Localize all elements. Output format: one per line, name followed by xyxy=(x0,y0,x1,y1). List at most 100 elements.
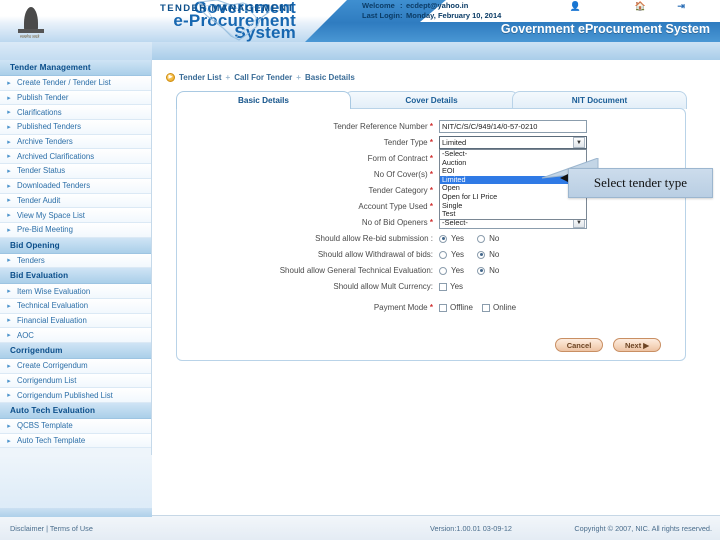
field-row-form-of-contract: Form of Contract * -Select- ▼ xyxy=(177,151,685,166)
required-marker-tender-category: * xyxy=(429,186,433,195)
dropdown-option[interactable]: Single xyxy=(440,201,586,211)
sidebar-item[interactable]: ▸ Tender Audit xyxy=(0,193,151,209)
sidebar-item-label: Publish Tender xyxy=(17,93,69,103)
sidebar-item[interactable]: ▸ Create Corrigendum xyxy=(0,359,151,374)
sidebar-item-label: Create Corrigendum xyxy=(17,361,88,371)
tab-cover-details[interactable]: Cover Details xyxy=(344,91,519,109)
footer-separator: | xyxy=(46,524,48,533)
sidebar-item[interactable]: ▸ View My Space List xyxy=(0,208,151,223)
radio-withdrawal-yes[interactable] xyxy=(439,250,447,259)
footer-left-tab xyxy=(0,508,152,517)
user-icon: 👤 xyxy=(569,1,581,11)
breadcrumb-item-call-for-tender[interactable]: Call For Tender xyxy=(234,73,292,82)
label-general-technical-evaluation: Should allow General Technical Evaluatio… xyxy=(279,266,433,275)
sidebar-group-header: Auto Tech Evaluation xyxy=(0,403,151,420)
label-text-tender-reference-number: Tender Reference Number xyxy=(333,122,428,131)
bullet-arrow-icon: ▸ xyxy=(7,332,11,340)
logout-icon: ⇥ xyxy=(677,1,685,11)
sidebar-item[interactable]: ▸ Technical Evaluation xyxy=(0,298,151,314)
sidebar-item[interactable]: ▸ QCBS Template xyxy=(0,419,151,434)
bullet-arrow-icon: ▸ xyxy=(7,377,11,385)
footer-links: Disclaimer | Terms of Use xyxy=(10,524,93,533)
breadcrumb-item-tender-list[interactable]: Tender List xyxy=(179,73,222,82)
sidebar-item[interactable]: ▸ Corrigendum List xyxy=(0,373,151,389)
radio-label-rebid-yes: Yes xyxy=(451,234,465,243)
page-title-band-left xyxy=(0,42,152,60)
sidebar-item[interactable]: ▸ Pre-Bid Meeting xyxy=(0,222,151,238)
home-link[interactable]: 🏠 Home xyxy=(635,1,670,12)
tab-basic-details[interactable]: Basic Details xyxy=(176,91,351,109)
radio-rebid-submission-yes[interactable] xyxy=(439,234,447,243)
cancel-button[interactable]: Cancel xyxy=(555,338,603,352)
label-text-tender-category: Tender Category xyxy=(368,186,428,195)
form-button-bar: Cancel Next ▶ xyxy=(177,338,685,352)
callout-select-tender-type: Select tender type xyxy=(568,168,713,198)
required-marker-form-of-contract: * xyxy=(429,154,433,163)
bullet-arrow-icon: ▸ xyxy=(7,123,11,131)
tab-nit-document[interactable]: NIT Document xyxy=(512,91,687,109)
emblem-caption: सत्यमेव जयते xyxy=(20,34,40,39)
sidebar-item-label: View My Space List xyxy=(17,210,85,220)
chevron-down-icon[interactable]: ▼ xyxy=(573,137,585,148)
sidebar-item-label: Corrigendum List xyxy=(17,376,77,386)
radio-rebid-submission-no[interactable] xyxy=(477,234,486,243)
sidebar-item[interactable]: ▸ Tenders xyxy=(0,253,151,269)
sidebar-item[interactable]: ▸ Published Tenders xyxy=(0,120,151,135)
sidebar-item[interactable]: ▸ Archive Tenders xyxy=(0,134,151,150)
bullet-arrow-icon: ▸ xyxy=(7,167,11,175)
bullet-arrow-icon: ▸ xyxy=(7,437,11,445)
radio-label-withdrawal-no: No xyxy=(489,250,500,259)
breadcrumb-separator-2: + xyxy=(296,73,301,82)
top-navigation: 👤 My Account 🏠 Home ⇥ Logout xyxy=(570,1,714,12)
sidebar-item-label: Tenders xyxy=(17,255,45,265)
sidebar-item-label: QCBS Template xyxy=(17,421,73,431)
input-tender-reference-number[interactable]: NIT/C/S/C/949/14/0-57-0210 xyxy=(439,120,587,133)
required-marker-no-of-covers: * xyxy=(429,170,433,179)
sidebar-item[interactable]: ▸ Publish Tender xyxy=(0,90,151,106)
sidebar-item[interactable]: ▸ Archived Clarifications xyxy=(0,149,151,165)
terms-of-use-link[interactable]: Terms of Use xyxy=(50,524,93,533)
label-tender-category: Tender Category * xyxy=(177,186,439,195)
sidebar-item[interactable]: ▸ Corrigendum Published List xyxy=(0,388,151,404)
sidebar-item[interactable]: ▸ Downloaded Tenders xyxy=(0,178,151,194)
radio-label-rebid-no: No xyxy=(489,234,500,243)
sidebar-item-label: Archived Clarifications xyxy=(17,151,95,161)
field-row-payment-mode: Payment Mode * Offline Online xyxy=(177,300,685,315)
bullet-arrow-icon: ▸ xyxy=(7,288,11,296)
dropdown-option[interactable]: Test xyxy=(440,210,586,219)
radio-gte-yes[interactable] xyxy=(439,266,447,275)
my-account-link[interactable]: 👤 My Account xyxy=(570,1,628,12)
sidebar-item[interactable]: ▸ AOC xyxy=(0,328,151,343)
next-button[interactable]: Next ▶ xyxy=(613,338,661,352)
bullet-arrow-icon: ▸ xyxy=(7,94,11,102)
select-tender-type[interactable]: Limited ▼ xyxy=(439,136,587,149)
disclaimer-link[interactable]: Disclaimer xyxy=(10,524,44,533)
label-payment-mode: Payment Mode * xyxy=(177,303,439,312)
field-row-tender-type: Tender Type * Limited ▼ -Select- Auction E… xyxy=(177,135,685,220)
sidebar-item[interactable]: ▸ Tender Status xyxy=(0,164,151,179)
sidebar-item-label: Technical Evaluation xyxy=(17,301,89,311)
sidebar-item[interactable]: ▸ Item Wise Evaluation xyxy=(0,284,151,299)
sidebar-item[interactable]: ▸ Clarifications xyxy=(0,105,151,121)
sidebar-item[interactable]: ▸ Create Tender / Tender List xyxy=(0,76,151,91)
label-rebid-submission: Should allow Re-bid submission : xyxy=(315,234,433,243)
radio-gte-no[interactable] xyxy=(477,266,486,275)
required-marker-no-of-bid-openers: * xyxy=(429,218,433,227)
logout-link[interactable]: ⇥ Logout xyxy=(677,1,714,12)
bullet-arrow-icon: ▸ xyxy=(7,392,11,400)
sidebar-item[interactable]: ▸ Auto Tech Template xyxy=(0,433,151,449)
checkbox-payment-online[interactable] xyxy=(481,303,490,312)
sidebar-item[interactable]: ▸ Financial Evaluation xyxy=(0,313,151,329)
radio-withdrawal-no[interactable] xyxy=(477,250,486,259)
radio-label-gte-yes: Yes xyxy=(451,266,465,275)
checkbox-payment-offline[interactable] xyxy=(439,303,447,312)
breadcrumb: Tender List + Call For Tender + Basic De… xyxy=(166,73,355,82)
tab-cover-details-label: Cover Details xyxy=(405,96,458,105)
basic-details-form: Tender Reference Number * NIT/C/S/C/949/… xyxy=(177,119,685,316)
label-text-account-type-used: Account Type Used xyxy=(358,202,428,211)
logout-label: Logout xyxy=(686,2,714,11)
bullet-arrow-icon: ▸ xyxy=(7,317,11,325)
breadcrumb-item-basic-details[interactable]: Basic Details xyxy=(305,73,355,82)
checkbox-multi-currency[interactable] xyxy=(439,282,447,291)
field-row-general-technical-evaluation: Should allow General Technical Evaluatio… xyxy=(177,263,685,278)
